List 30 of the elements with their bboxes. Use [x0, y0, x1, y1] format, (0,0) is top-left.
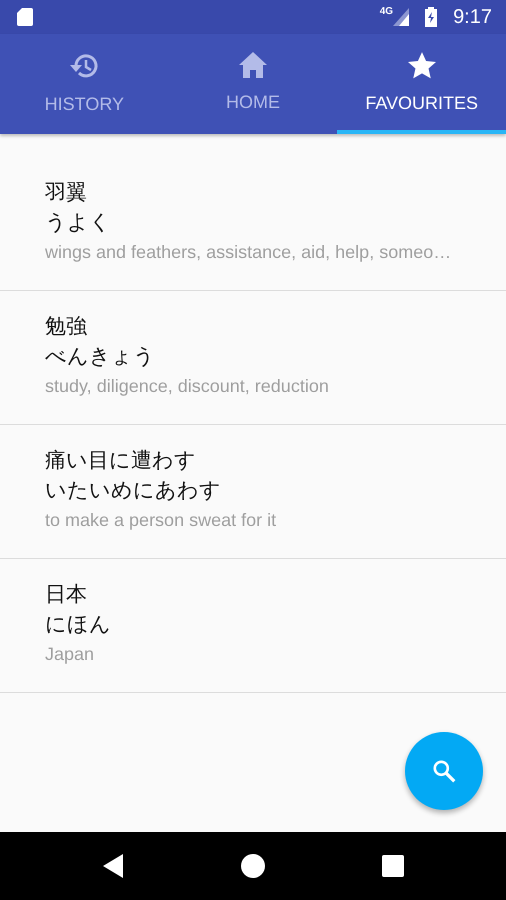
reading-text: うよく — [45, 208, 112, 236]
tab[interactable]: FAVOURITES — [337, 34, 506, 134]
signal-icon — [393, 8, 410, 26]
word-text: 勉強 — [45, 312, 88, 340]
back-icon[interactable] — [103, 854, 123, 878]
reading-text: いたいめにあわす — [45, 476, 222, 504]
tab[interactable]: HOME — [168, 34, 338, 134]
battery-icon — [425, 7, 438, 27]
meaning-text: to make a person sweat for it — [45, 508, 278, 532]
sd-card-icon — [17, 8, 33, 26]
word-text: 日本 — [45, 580, 88, 608]
home-icon — [239, 52, 267, 78]
favourite-item[interactable]: 日本 にほん Japan — [0, 559, 506, 693]
word-text: 羽翼 — [45, 178, 88, 206]
search-icon — [431, 758, 457, 784]
network-label: 4G — [380, 6, 394, 17]
favourite-item[interactable]: 勉強 べんきょう study, diligence, discount, reduction — [0, 291, 506, 425]
tab[interactable]: HISTORY — [0, 34, 169, 134]
history-icon — [68, 52, 100, 80]
favourite-item[interactable]: 羽翼 うよく wings and feathers, assistance, aid, help, someo… — [0, 157, 506, 291]
favourite-item[interactable]: 痛い目に遭わす いたいめにあわす to make a person sweat for it — [0, 425, 506, 559]
star-icon — [408, 52, 436, 79]
reading-text: にほん — [45, 610, 112, 638]
home-circle-icon[interactable] — [240, 854, 264, 878]
word-text: 痛い目に遭わす — [45, 446, 197, 474]
meaning-text: Japan — [45, 642, 96, 666]
meaning-text: wings and feathers, assistance, aid, help, someo… — [45, 240, 452, 264]
clock: 9:17 — [453, 6, 492, 28]
reading-text: べんきょう — [45, 342, 156, 370]
meaning-text: study, diligence, discount, reduction — [45, 374, 330, 398]
